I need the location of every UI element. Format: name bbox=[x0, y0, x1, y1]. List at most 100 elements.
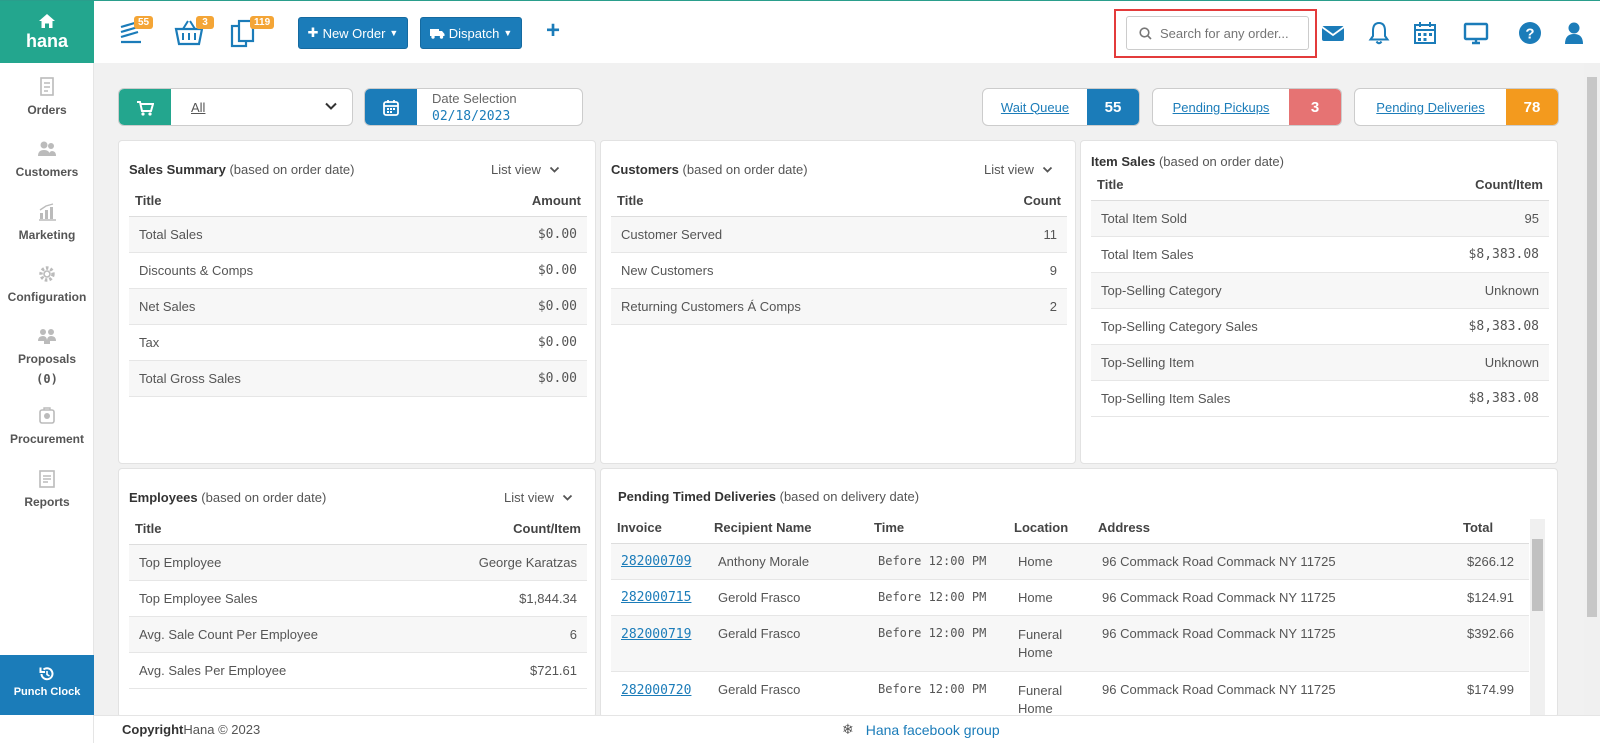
pending-pickups-count: 3 bbox=[1289, 89, 1341, 125]
help-icon[interactable]: ? bbox=[1516, 19, 1544, 47]
basket-badge: 3 bbox=[196, 16, 214, 29]
add-tab-button[interactable]: + bbox=[546, 17, 560, 45]
orders-stack-button[interactable]: 55 bbox=[118, 16, 154, 48]
card-title: Item Sales (based on order date) bbox=[1091, 154, 1284, 169]
footer: CopyrightHana © 2023 ❄ Hana facebook gro… bbox=[94, 715, 1600, 743]
sidebar-item-label: Configuration bbox=[7, 290, 87, 304]
punch-clock-button[interactable]: Punch Clock bbox=[0, 655, 94, 715]
caret-down-icon: ▼ bbox=[503, 28, 513, 38]
orders-icon bbox=[40, 77, 54, 96]
table-row: Total Sales $0.00 bbox=[129, 216, 587, 253]
list-view-label: List view bbox=[491, 162, 541, 177]
scrollbar-thumb[interactable] bbox=[1587, 77, 1597, 617]
sidebar-item-customers[interactable]: Customers bbox=[0, 139, 94, 179]
column-header: Title bbox=[611, 186, 977, 217]
table-row: 282000720 Gerald Frasco Before 12:00 PM Fu… bbox=[611, 671, 1529, 717]
calendar-icon[interactable] bbox=[1411, 19, 1439, 47]
store-filter[interactable]: All bbox=[118, 88, 353, 126]
card-title: Employees (based on order date) bbox=[129, 490, 327, 505]
page-scrollbar[interactable] bbox=[1584, 63, 1600, 715]
sidebar-item-configuration[interactable]: Configuration bbox=[0, 264, 94, 304]
employees-table: Title Count/Item Top Employee George Karat… bbox=[129, 514, 587, 689]
store-filter-icon-box bbox=[119, 89, 171, 125]
table-row: New Customers 9 bbox=[611, 252, 1067, 289]
list-view-select[interactable]: List view bbox=[491, 162, 560, 177]
table-row: Top-Selling Item Unknown bbox=[1091, 344, 1549, 381]
chevron-down-icon bbox=[562, 494, 572, 501]
reports-icon bbox=[39, 470, 55, 488]
card-title: Pending Timed Deliveries (based on deliv… bbox=[618, 489, 920, 504]
sidebar-item-orders[interactable]: Orders bbox=[0, 77, 94, 117]
monitor-icon[interactable] bbox=[1462, 19, 1490, 47]
table-scrollbar[interactable] bbox=[1530, 519, 1545, 717]
card-title: Customers (based on order date) bbox=[611, 162, 808, 177]
sidebar-item-proposals[interactable]: Proposals (0) bbox=[0, 326, 94, 386]
table-row: Top-Selling Category Unknown bbox=[1091, 272, 1549, 309]
truck-icon bbox=[429, 28, 445, 39]
sidebar-item-label: Reports bbox=[24, 495, 70, 509]
sales-summary-table: Title Amount Total Sales $0.00 Discounts &… bbox=[129, 186, 587, 397]
column-header: Title bbox=[129, 514, 417, 545]
column-header: Total bbox=[1457, 513, 1529, 544]
wait-queue-link[interactable]: Wait Queue bbox=[983, 89, 1087, 125]
bell-icon[interactable] bbox=[1365, 19, 1393, 47]
list-view-select[interactable]: List view bbox=[504, 490, 573, 505]
gear-icon bbox=[39, 266, 55, 282]
sidebar-item-marketing[interactable]: Marketing bbox=[0, 202, 94, 242]
search-box[interactable] bbox=[1126, 16, 1309, 50]
date-selection-value[interactable]: 02/18/2023 bbox=[432, 109, 510, 124]
pending-deliveries-link[interactable]: Pending Deliveries bbox=[1355, 89, 1506, 125]
table-row: 282000715 Gerold Frasco Before 12:00 PM Ho… bbox=[611, 579, 1529, 616]
table-row: Top-Selling Item Sales $8,383.08 bbox=[1091, 380, 1549, 417]
date-selection-label: Date Selection bbox=[432, 91, 517, 106]
dispatch-button[interactable]: Dispatch ▼ bbox=[420, 17, 522, 49]
wait-queue[interactable]: Wait Queue 55 bbox=[982, 88, 1140, 126]
procurement-icon bbox=[39, 407, 55, 424]
top-bar: hana 55 3 119 ✚ New Order ▼ Dispatch ▼ +… bbox=[0, 0, 1600, 64]
pending-deliveries-card: Pending Timed Deliveries (based on deliv… bbox=[600, 468, 1558, 718]
table-row: 282000709 Anthony Morale Before 12:00 PM H… bbox=[611, 543, 1529, 580]
search-input[interactable] bbox=[1160, 25, 1300, 41]
table-row: Returning Customers Á Comps 2 bbox=[611, 288, 1067, 325]
proposals-icon bbox=[38, 329, 56, 344]
list-view-label: List view bbox=[984, 162, 1034, 177]
sidebar-item-label: Proposals bbox=[17, 352, 77, 366]
sales-summary-card: Sales Summary (based on order date) List… bbox=[118, 140, 596, 464]
facebook-group-label: Hana facebook group bbox=[865, 721, 1000, 738]
mail-icon[interactable] bbox=[1319, 19, 1347, 47]
new-order-button[interactable]: ✚ New Order ▼ bbox=[298, 17, 408, 49]
invoice-link[interactable]: 282000720 bbox=[621, 683, 691, 698]
pending-pickups-link[interactable]: Pending Pickups bbox=[1153, 89, 1289, 125]
punch-clock-label: Punch Clock bbox=[13, 686, 81, 698]
sidebar-item-reports[interactable]: Reports bbox=[0, 469, 94, 509]
copies-button[interactable]: 119 bbox=[230, 16, 275, 48]
pending-deliveries[interactable]: Pending Deliveries 78 bbox=[1354, 88, 1559, 126]
user-icon[interactable] bbox=[1560, 19, 1588, 47]
pending-pickups[interactable]: Pending Pickups 3 bbox=[1152, 88, 1342, 126]
date-selection[interactable]: Date Selection 02/18/2023 bbox=[364, 88, 583, 126]
column-header: Time bbox=[868, 513, 1008, 544]
invoice-link[interactable]: 282000719 bbox=[621, 627, 691, 642]
customers-card: Customers (based on order date) List vie… bbox=[600, 140, 1076, 464]
list-view-select[interactable]: List view bbox=[984, 162, 1053, 177]
column-header: Title bbox=[129, 186, 444, 217]
facebook-group-link[interactable]: ❄ Hana facebook group bbox=[842, 721, 1000, 738]
scrollbar-thumb[interactable] bbox=[1532, 539, 1543, 611]
table-row: Total Gross Sales $0.00 bbox=[129, 360, 587, 397]
invoice-link[interactable]: 282000709 bbox=[621, 554, 691, 569]
invoice-link[interactable]: 282000715 bbox=[621, 590, 691, 605]
copyright: CopyrightHana © 2023 bbox=[122, 722, 261, 737]
logo[interactable]: hana bbox=[0, 1, 94, 64]
column-header: Recipient Name bbox=[708, 513, 868, 544]
deliveries-table: Invoice Recipient Name Time Location Add… bbox=[611, 513, 1529, 717]
basket-button[interactable]: 3 bbox=[174, 16, 214, 48]
calendar-icon bbox=[383, 100, 399, 116]
customers-table: Title Count Customer Served 11 New Custome… bbox=[611, 186, 1067, 325]
column-header: Amount bbox=[443, 186, 587, 217]
employees-card: Employees (based on order date) List vie… bbox=[118, 468, 596, 718]
table-row: Discounts & Comps $0.00 bbox=[129, 252, 587, 289]
proposals-count: (0) bbox=[36, 372, 58, 386]
sidebar-item-procurement[interactable]: Procurement bbox=[0, 406, 94, 446]
snowflake-icon: ❄ bbox=[842, 721, 854, 737]
date-icon-box bbox=[365, 89, 417, 125]
